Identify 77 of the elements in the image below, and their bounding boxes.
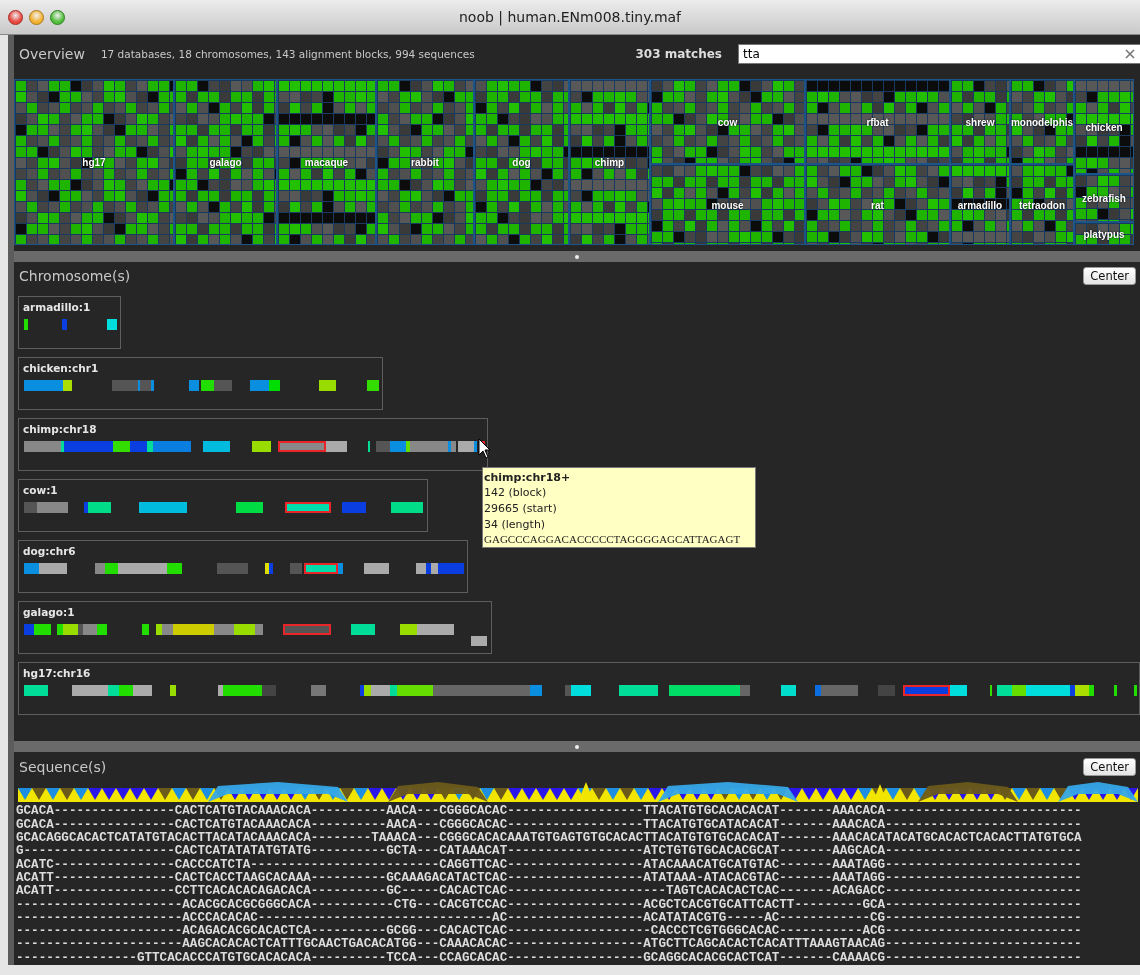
- tile-label: tetraodon: [1018, 199, 1066, 210]
- tile-label: cow: [717, 116, 738, 127]
- treemap-tile[interactable]: monodelphis: [1010, 79, 1074, 164]
- tooltip-line: 29665 (start): [484, 501, 558, 517]
- sequence-row-text: ACATC----------------CACCCATCTA-------------------------CAGGTTCAC------------------ATACAAACATGCATGTAC-------AAATAGG--------------------------: [16, 858, 1083, 872]
- tile-label: shrew: [965, 116, 995, 127]
- tile-label: mouse: [711, 199, 744, 210]
- treemap-tile[interactable]: chicken: [1074, 79, 1134, 174]
- sequence-row-text: GCACA----------------CACTCATGTACAAACACA----------AACA---CGGGCACAC------------------TTACATGTGCACACACAT-------AAACACA--------------------------: [16, 805, 1083, 819]
- grip-icon: [575, 254, 579, 259]
- alignment-block[interactable]: [283, 624, 331, 635]
- tile-label: monodelphis: [1010, 116, 1074, 127]
- tile-label: zebrafish: [1082, 192, 1126, 204]
- tile-label: macaque: [304, 156, 349, 168]
- tooltip-line: 142 (block): [484, 485, 548, 501]
- tile-label: dog: [512, 156, 531, 168]
- treemap-tile[interactable]: cow: [650, 79, 805, 164]
- search-field[interactable]: tta: [738, 44, 1140, 64]
- cell-grid-drawing: [1075, 223, 1133, 244]
- match-count: 303 matches: [635, 47, 722, 61]
- alignment-block[interactable]: [278, 441, 326, 452]
- sequence-row-text: ----------------------ACACGCACGCGGGCACA-----------CTG---CACGTCCAC------------------ACGCTCACGTGCATTCACTT---------GCA--------------------------: [16, 898, 1083, 912]
- splitter-bar[interactable]: [14, 741, 1140, 753]
- tooltip-line: 34 (length): [484, 517, 547, 533]
- treemap-tile[interactable]: shrew: [950, 79, 1010, 164]
- alignment-block[interactable]: [285, 502, 331, 513]
- panel-title: Chromosome(s): [19, 268, 131, 284]
- tile-label: chimp: [594, 156, 625, 168]
- tile-label: armadillo: [957, 199, 1003, 210]
- treemap-tile[interactable]: tetraodon: [1010, 164, 1074, 245]
- cursor-icon: [478, 438, 492, 460]
- window-title: noob | human.ENm008.tiny.maf: [457, 9, 683, 25]
- panel-title: Sequence(s): [19, 759, 107, 776]
- sequence-row-text: GCACA----------------CACTCATGTACAAACACA----------AACA---CGGGCACAC------------------TTACATGTGCATACACAT-------AAACACA--------------------------: [16, 818, 1083, 832]
- tile-label: hg17: [82, 156, 106, 168]
- track-label: dog:chr6: [23, 545, 77, 559]
- treemap-tile[interactable]: rabbit: [376, 79, 474, 245]
- sequence-row-text: ----------------------ACCCACACAC-------------------------------AC------------------ACATATACGTG-----AC------------CG--------------------------: [16, 911, 1083, 925]
- track-label: galago:1: [23, 606, 76, 620]
- track-label: chimp:chr18: [23, 423, 98, 437]
- grip-icon: [575, 744, 579, 749]
- tile-label: platypus: [1083, 228, 1125, 239]
- treemap-tile[interactable]: platypus: [1074, 222, 1134, 245]
- clear-icon[interactable]: [1124, 48, 1136, 60]
- center-button[interactable]: Center: [1083, 758, 1136, 777]
- close-button[interactable]: [8, 9, 23, 25]
- tile-label: rabbit: [411, 156, 439, 168]
- zoom-button[interactable]: [50, 9, 65, 25]
- track-label: armadillo:1: [23, 301, 92, 315]
- sequence-row-text: ----------------GTTCACACCCATGTGCACACACA----------TCCA---CCAGCACAC------------------GCAGGCACACGCACTCAT-------CAAAACG--------------------------: [16, 951, 1083, 965]
- treemap-tile[interactable]: mouse: [650, 164, 805, 245]
- sequence-row-text: ACATT----------------CACTCACCTAAGCACAAA----------GCAAAGACATACTCAC------------------ATATAAA-ATACACGTAC-------AAATAGG--------------------------: [16, 871, 1083, 885]
- center-button[interactable]: Center: [1083, 267, 1136, 285]
- treemap-tile[interactable]: armadillo: [950, 164, 1010, 245]
- tile-label: rat: [871, 199, 884, 210]
- sequence-row-text: ----------------------AAGCACACACTCATTTGCAACTGACACATGG---CAAACACAC------------------ATGCTTCAGCACACTCACATTTAAAGTAACAG--------------------------: [16, 938, 1083, 952]
- tooltip-title: chimp:chr18+: [484, 470, 572, 485]
- minimize-button[interactable]: [29, 9, 44, 25]
- treemap-tile[interactable]: zebrafish: [1074, 174, 1134, 222]
- treemap-tile[interactable]: hg17: [14, 79, 174, 245]
- alignment-block[interactable]: [304, 563, 338, 574]
- treemap-tile[interactable]: rfbat: [805, 79, 950, 164]
- alignment-block[interactable]: [903, 685, 950, 696]
- summary-text: 17 databases, 18 chromosomes, 143 alignment blocks, 994 sequences: [100, 48, 475, 60]
- track-label: chicken:chr1: [23, 362, 100, 376]
- tile-label: rfbat: [866, 116, 889, 127]
- track-label: cow:1: [23, 484, 59, 498]
- sequence-row-text: ACATT----------------CCTTCACACACAGACACA----------GC-----CACACTCAC---------------------TAGTCACACACTCAC-------ACAGACC--------------------------: [16, 885, 1083, 899]
- tile-label: galago: [209, 156, 242, 168]
- sequence-row-text: G--------------------CACTCATATATATGTATG----------GCTA---CATAAACAT------------------ATCTGTGTGCACACGCAT-------AAGCACA--------------------------: [16, 845, 1083, 859]
- track-label: hg17:chr16: [23, 667, 92, 681]
- tooltip-sequence: GAGCCCAGGACACCCCCTAGGGGAGCATTAGAGT: [484, 533, 742, 546]
- panel-title: Overview: [19, 46, 85, 62]
- tile-label: chicken: [1085, 121, 1123, 132]
- treemap-tile[interactable]: chimp: [569, 79, 650, 245]
- sequence-row-text: GCACAGGCACACTCATATGTACACTTACATACAAACACA--------TAAACA---CGGGCACACAAATGTGAGTGTGCACACTTACATGTGTGCACACAT-------AAACACATACATGCACACTCACACTTATGTGCA: [16, 832, 1083, 846]
- sequence-row-text: ----------------------ACAGACACGCACACTCA----------GCGG---CACACTCAC-------------------CACCCTCGTGGGCACAC-----------ACG--------------------------: [16, 925, 1083, 939]
